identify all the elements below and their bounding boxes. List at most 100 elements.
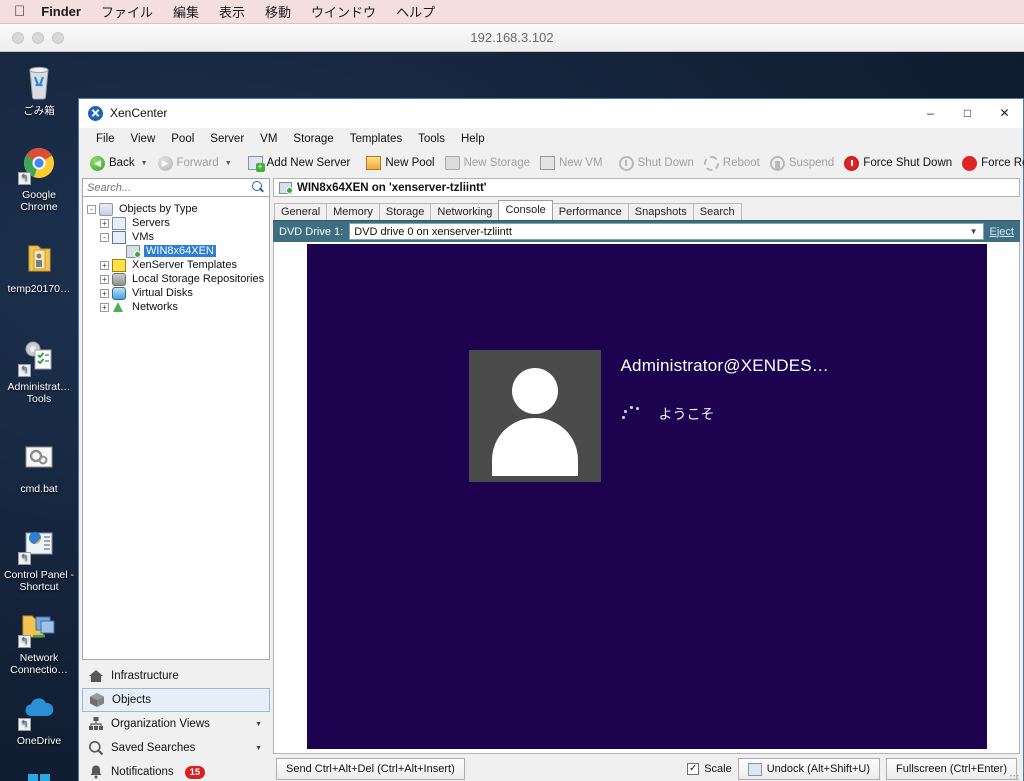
tab-general[interactable]: General (274, 203, 328, 220)
toolbar-force-shut-down-button[interactable]: Force Shut Down (839, 152, 957, 174)
desktop-icon-control-panel[interactable]: ↰ Control Panel - Shortcut (0, 524, 78, 593)
menu-item-tools[interactable]: Tools (410, 133, 453, 145)
tab-snapshots[interactable]: Snapshots (627, 203, 694, 220)
resize-grip[interactable] (1009, 774, 1019, 781)
desktop-icon-network-connections[interactable]: ↰ Network Connectio… (0, 607, 78, 676)
tree-item-servers[interactable]: + Servers (83, 216, 269, 230)
menu-file[interactable]: ファイル (101, 2, 153, 21)
toolbar-back-button[interactable]: ◀ Back ▼ (85, 152, 153, 174)
menu-item-server[interactable]: Server (202, 133, 252, 145)
xencenter-icon (88, 105, 103, 121)
dvd-drive-select[interactable]: DVD drive 0 on xenserver-tzliintt ▼ (349, 223, 984, 240)
vm-console-screen[interactable]: Administrator@XENDES… ようこそ (306, 244, 987, 749)
menu-window[interactable]: ウインドウ (311, 2, 376, 21)
tab-console[interactable]: Console (498, 200, 553, 220)
tree-expander[interactable]: + (100, 288, 109, 298)
tree-item-vms[interactable]: - VMs (83, 230, 269, 244)
minimize-button[interactable]: – (912, 99, 949, 128)
toolbar-add-new-server-button[interactable]: + Add New Server (243, 152, 356, 174)
menu-item-help[interactable]: Help (453, 133, 493, 145)
desktop-icon-google-chrome[interactable]: ↰ Google Chrome (0, 144, 78, 213)
search-icon[interactable] (252, 181, 265, 194)
nav-item-saved-searches[interactable]: Saved Searches ▼ (82, 736, 270, 760)
menu-edit[interactable]: 編集 (173, 2, 199, 21)
xencenter-window: XenCenter – □ ✕ File View Pool Server VM… (78, 98, 1024, 781)
nav-item-infrastructure[interactable]: Infrastructure (82, 664, 270, 688)
tree-item-virtual-disks[interactable]: + Virtual Disks (83, 286, 269, 300)
nav-item-objects[interactable]: Objects (82, 688, 270, 712)
desktop-icon-temp-folder[interactable]: temp20170… (0, 238, 78, 295)
vm-header-title: WIN8x64XEN on 'xenserver-tzliintt' (297, 181, 487, 194)
chevron-down-icon[interactable]: ▼ (225, 160, 232, 167)
maximize-button[interactable]: □ (949, 99, 986, 128)
menu-go[interactable]: 移動 (265, 2, 291, 21)
tab-performance[interactable]: Performance (551, 203, 629, 220)
chevron-down-icon[interactable]: ▼ (255, 745, 262, 752)
tree-expander[interactable]: + (100, 274, 109, 284)
menu-item-templates[interactable]: Templates (342, 133, 410, 145)
toolbar-new-vm-button[interactable]: New VM (535, 152, 607, 174)
windows-desktop[interactable]: ごみ箱 ↰ Google Chrome temp20170… ↰ Adminis… (0, 52, 1024, 781)
chevron-down-icon[interactable]: ▼ (255, 721, 262, 728)
menu-item-vm[interactable]: VM (252, 133, 285, 145)
dvd-drive-bar: DVD Drive 1: DVD drive 0 on xenserver-tz… (273, 220, 1020, 242)
toolbar-shut-down-button[interactable]: Shut Down (614, 152, 699, 174)
send-ctrl-alt-del-button[interactable]: Send Ctrl+Alt+Del (Ctrl+Alt+Insert) (276, 758, 465, 780)
nav-item-organization-views[interactable]: Organization Views ▼ (82, 712, 270, 736)
console-viewport[interactable]: Administrator@XENDES… ようこそ (273, 242, 1020, 754)
chevron-down-icon[interactable]: ▼ (141, 160, 148, 167)
menu-help[interactable]: ヘルプ (396, 2, 435, 21)
batch-file-icon (17, 438, 61, 480)
undock-button[interactable]: Undock (Alt+Shift+U) (737, 758, 881, 780)
menu-item-storage[interactable]: Storage (285, 133, 341, 145)
nav-item-label: Infrastructure (111, 670, 179, 682)
tree-item-objects-by-type[interactable]: - Objects by Type (83, 202, 269, 216)
tree-expander[interactable]: + (100, 302, 109, 312)
toolbar-label: Back (109, 157, 135, 169)
toolbar-force-reboot-button[interactable]: Force Reboot (957, 152, 1024, 174)
close-button[interactable]: ✕ (986, 99, 1023, 128)
tree-expander[interactable]: - (100, 232, 109, 242)
scale-checkbox[interactable]: ✓ (687, 763, 700, 775)
nav-item-notifications[interactable]: Notifications 15 (82, 760, 270, 781)
desktop-icon-cmd-bat[interactable]: cmd.bat (0, 438, 78, 495)
scale-checkbox-row[interactable]: ✓ Scale (687, 763, 732, 775)
desktop-icon-onedrive[interactable]: ↰ OneDrive (0, 690, 78, 747)
toolbar-new-pool-button[interactable]: New Pool (361, 152, 439, 174)
toolbar-forward-button[interactable]: ▶ Forward ▼ (153, 152, 237, 174)
tree-item-win8x64xen[interactable]: WIN8x64XEN (83, 244, 269, 258)
tree-expander[interactable]: + (100, 260, 109, 270)
tree-expander[interactable]: - (87, 204, 96, 214)
screen-sharing-window: 192.168.3.102 ごみ箱 ↰ Google Chrome temp20… (0, 24, 1024, 781)
tree-item-networks[interactable]: + Networks (83, 300, 269, 314)
toolbar-reboot-button[interactable]: Reboot (699, 152, 765, 174)
desktop-icon-recycle-bin[interactable]: ごみ箱 (0, 60, 78, 117)
tree-item-local-storage-repositories[interactable]: + Local Storage Repositories (83, 272, 269, 286)
menu-item-file[interactable]: File (88, 133, 123, 145)
desktop-icon-administrative-tools[interactable]: ↰ Administrat… Tools (0, 336, 78, 405)
tab-storage[interactable]: Storage (378, 203, 432, 220)
tab-networking[interactable]: Networking (430, 203, 500, 220)
chevron-down-icon[interactable]: ▼ (970, 227, 978, 236)
tree-item-label: VMs (132, 231, 154, 243)
eject-link[interactable]: Eject (990, 226, 1014, 238)
menu-item-pool[interactable]: Pool (163, 133, 202, 145)
search-box[interactable] (82, 178, 270, 197)
toolbar-new-storage-button[interactable]: New Storage (440, 152, 535, 174)
search-input[interactable] (87, 181, 252, 194)
objects-tree[interactable]: - Objects by Type + Servers - VMs WIN8x6… (82, 197, 270, 660)
tree-expander[interactable]: + (100, 218, 109, 228)
apple-icon[interactable]:  (14, 4, 25, 19)
desktop-icon-windows-10-upgrade[interactable]: ↰ Windows 10 Upgrade … (0, 766, 78, 781)
menu-item-view[interactable]: View (123, 133, 164, 145)
tree-item-xenserver-templates[interactable]: + XenServer Templates (83, 258, 269, 272)
menu-view[interactable]: 表示 (219, 2, 245, 21)
tab-memory[interactable]: Memory (326, 203, 380, 220)
menu-finder[interactable]: Finder (41, 4, 81, 19)
fullscreen-button[interactable]: Fullscreen (Ctrl+Enter) (886, 758, 1017, 780)
toolbar-suspend-button[interactable]: Suspend (765, 152, 839, 174)
toolbar-label: Forward (176, 157, 219, 169)
tab-search[interactable]: Search (692, 203, 742, 220)
nav-item-label: Objects (112, 694, 151, 706)
tree-item-label: Local Storage Repositories (132, 273, 265, 285)
